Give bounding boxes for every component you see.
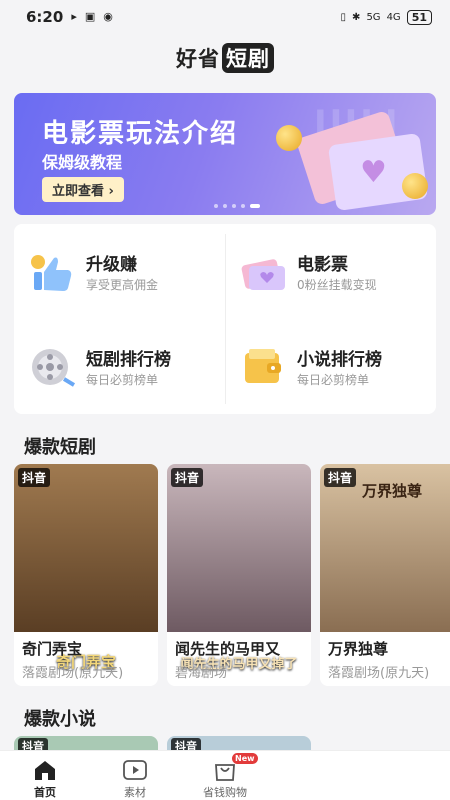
feature-desc: 每日必剪榜单 — [86, 373, 159, 387]
bluetooth-icon: ✱ — [352, 11, 361, 23]
status-bar: 6:20 ▸ ▣ ◉ ▯ ✱ 5G 4G 51 — [0, 0, 450, 34]
drama-studio: 落霞剧场(原九天) — [328, 666, 430, 681]
novel-card[interactable]: 抖音 — [167, 736, 311, 750]
banner-view-button[interactable]: 立即查看 › — [42, 177, 124, 202]
tab-label: 素材 — [124, 786, 146, 799]
drama-card[interactable]: 抖音 奇门弄宝 奇门弄宝 落霞剧场(原九天) — [14, 464, 158, 686]
feature-desc: 每日必剪榜单 — [297, 373, 370, 387]
drama-studio: 碧海剧场 — [175, 666, 228, 681]
banner-title: 电影票玩法介绍 — [42, 119, 239, 149]
carousel-dot — [241, 204, 245, 208]
movie-ticket-icon — [241, 259, 285, 290]
tab-label: 省钱购物 — [203, 786, 247, 799]
feature-name: 升级赚 — [86, 255, 137, 275]
poster-title: 万界独尊 — [361, 482, 422, 500]
feature-name: 电影票 — [297, 255, 348, 275]
nfc-icon: ▯ — [340, 11, 347, 23]
new-badge: New — [232, 753, 258, 764]
novel-card[interactable]: 抖音 — [14, 736, 158, 750]
tab-home[interactable]: 首页 — [0, 751, 90, 800]
app-title: 好省 短剧 — [0, 43, 450, 73]
film-reel-icon — [32, 349, 76, 387]
status-time: 6:20 — [26, 8, 64, 26]
bottom-tab-bar: 首页 素材 New 省钱购物 — [0, 750, 450, 800]
feature-drama-ranking[interactable]: 短剧排行榜 每日必剪榜单 — [14, 319, 225, 414]
app-notification-icon: ▣ — [84, 10, 96, 23]
battery-indicator: 51 — [406, 9, 432, 25]
platform-badge: 抖音 — [18, 738, 48, 750]
drama-name: 奇门弄宝 — [22, 640, 83, 658]
feature-name: 短剧排行榜 — [86, 350, 171, 370]
promo-banner[interactable]: JULI ♥ 电影票玩法介绍 保姆级教程 立即查看 › — [14, 93, 436, 215]
play-icon — [123, 760, 147, 780]
carousel-dot — [232, 204, 236, 208]
platform-badge: 抖音 — [18, 468, 51, 487]
section-title-novels: 爆款小说 — [24, 709, 96, 730]
thumbs-up-icon — [31, 255, 72, 291]
wallet-book-icon — [245, 349, 281, 383]
banner-subtitle: 保姆级教程 — [42, 153, 123, 172]
carousel-dot — [214, 204, 218, 208]
drama-carousel[interactable]: 抖音 奇门弄宝 奇门弄宝 落霞剧场(原九天) 抖音 闻先生的马甲又掉了 闻先生的… — [14, 464, 450, 686]
feature-grid: 升级赚 享受更高佣金 电影票 0粉丝挂载变现 短剧排行榜 每日必剪榜单 小说排行… — [14, 224, 436, 414]
drama-card[interactable]: 抖音 闻先生的马甲又掉了 闻先生的马甲又 碧海剧场 — [167, 464, 311, 686]
eye-icon: ◉ — [103, 10, 113, 23]
coin-icon-2 — [402, 173, 428, 199]
carousel-dot — [223, 204, 227, 208]
drama-studio: 落霞剧场(原九天) — [22, 666, 124, 681]
feature-desc: 享受更高佣金 — [86, 278, 159, 292]
app-title-part1: 好省 — [176, 47, 220, 71]
platform-badge: 抖音 — [171, 468, 204, 487]
platform-badge: 抖音 — [171, 738, 201, 750]
app-title-part2: 短剧 — [222, 43, 274, 73]
section-title-dramas: 爆款短剧 — [24, 437, 96, 458]
carousel-dot-active — [250, 204, 260, 208]
feature-movie-ticket[interactable]: 电影票 0粉丝挂载变现 — [225, 224, 436, 319]
drama-name: 闻先生的马甲又 — [175, 640, 281, 658]
coin-icon — [276, 125, 302, 151]
tab-label: 首页 — [34, 786, 56, 799]
feature-name: 小说排行榜 — [297, 350, 382, 370]
drama-name: 万界独尊 — [328, 640, 389, 658]
tab-materials[interactable]: 素材 — [90, 751, 180, 800]
feature-upgrade-earn[interactable]: 升级赚 享受更高佣金 — [14, 224, 225, 319]
heart-icon: ♥ — [360, 155, 387, 190]
tiktok-notification-icon: ▸ — [71, 10, 77, 23]
feature-desc: 0粉丝挂载变现 — [297, 278, 377, 292]
signal-4g: 4G — [386, 11, 401, 23]
signal-5g: 5G — [366, 11, 381, 23]
drama-poster — [14, 464, 158, 632]
drama-poster — [167, 464, 311, 632]
home-icon — [35, 761, 55, 780]
feature-novel-ranking[interactable]: 小说排行榜 每日必剪榜单 — [225, 319, 436, 414]
drama-card[interactable]: 抖音 万界独尊 万界独尊 落霞剧场(原九天) — [320, 464, 450, 686]
carousel-indicator — [214, 204, 260, 208]
tab-shopping[interactable]: New 省钱购物 — [180, 751, 270, 800]
novel-carousel[interactable]: 抖音 抖音 — [14, 736, 450, 750]
